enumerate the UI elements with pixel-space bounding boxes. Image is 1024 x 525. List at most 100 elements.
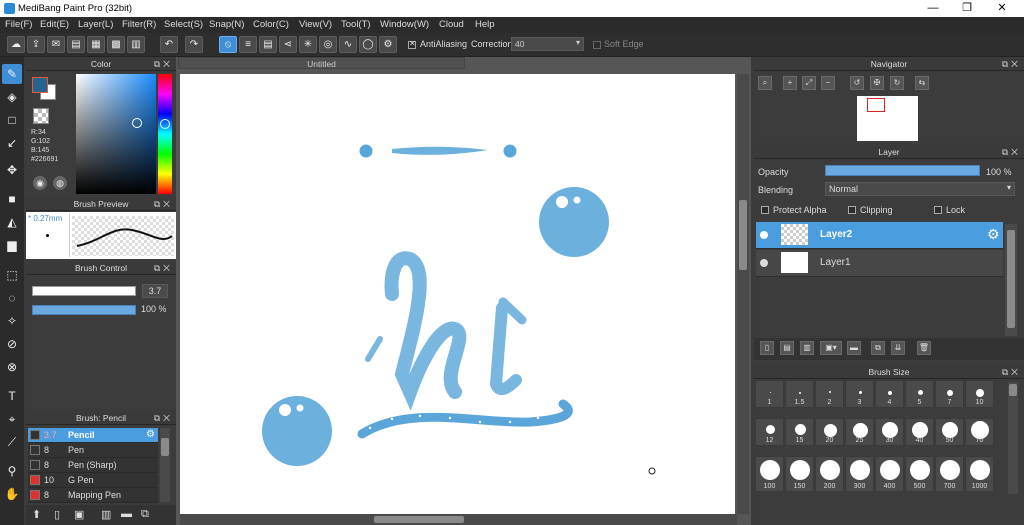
canvas-vertical-thumb[interactable]	[739, 200, 747, 270]
bucket-tool-icon[interactable]: ◭	[2, 212, 22, 232]
drawing-canvas[interactable]	[180, 74, 735, 514]
move-tool-icon[interactable]: ✥	[2, 160, 22, 180]
layer-row-layer1[interactable]: Layer1	[756, 250, 1003, 277]
hue-slider[interactable]	[158, 74, 172, 194]
layer-row-layer2[interactable]: Layer2 ⚙	[756, 222, 1003, 249]
brush-size-cell[interactable]: 500	[905, 456, 934, 492]
add-layer-menu-icon[interactable]: ▣▾	[820, 341, 842, 355]
document-tab[interactable]: Untitled	[178, 57, 465, 69]
gear-icon[interactable]: ⚙	[987, 226, 1000, 243]
brush-item-pen-sharp[interactable]: 8 Pen (Sharp)	[28, 458, 158, 473]
menu-edit[interactable]: Edit(E)	[40, 19, 69, 30]
brush-item-pen[interactable]: 8 Pen	[28, 443, 158, 458]
duplicate-brush-icon[interactable]: ⧉	[141, 508, 149, 521]
soft-edge-checkbox[interactable]	[593, 41, 601, 49]
zoom-out-icon[interactable]: −	[821, 76, 835, 90]
snap-ellipse-icon[interactable]: ◯	[359, 36, 377, 53]
brush-size-cell[interactable]: 3	[845, 380, 874, 408]
brush-list-scrollbar[interactable]	[160, 428, 170, 502]
lock-checkbox[interactable]	[934, 206, 942, 214]
brush-size-cell[interactable]: 300	[845, 456, 874, 492]
add-brush-icon[interactable]: ⬆	[32, 508, 41, 521]
brush-size-cell[interactable]: 1000	[965, 456, 994, 492]
brush-item-pencil[interactable]: 3.7 Pencil ⚙	[28, 428, 158, 443]
menu-filter[interactable]: Filter(R)	[122, 19, 156, 30]
snap-parallel-icon[interactable]: ≡	[239, 36, 257, 53]
color-wheel-icon[interactable]: ◉	[33, 176, 47, 190]
edit-brush-icon[interactable]: ▥	[101, 508, 111, 521]
panel-controls[interactable]: ⧉✕	[154, 58, 173, 71]
menu-window[interactable]: Window(W)	[380, 19, 429, 30]
brush-size-cell[interactable]: 30	[875, 418, 904, 446]
brush-size-cell[interactable]: 1	[755, 380, 784, 408]
menu-tool[interactable]: Tool(T)	[341, 19, 371, 30]
brush-size-slider[interactable]	[32, 286, 136, 296]
message-icon[interactable]: ▤	[67, 36, 85, 53]
brush-size-cell[interactable]: 10	[965, 380, 994, 408]
select-eraser-icon[interactable]: ⊗	[2, 357, 22, 377]
brush-size-cell[interactable]: 4	[875, 380, 904, 408]
brush-size-cell[interactable]: 12	[755, 418, 784, 446]
gradient-tool-icon[interactable]: ▆	[2, 235, 22, 255]
visibility-icon[interactable]	[760, 259, 768, 267]
comment-icon[interactable]: ✉	[47, 36, 65, 53]
panel-controls[interactable]: ⧉✕	[1002, 146, 1021, 159]
panel-controls[interactable]: ⧉✕	[154, 412, 173, 425]
eraser-tool-icon[interactable]: ◈	[2, 87, 22, 107]
layer-opacity-slider[interactable]	[825, 165, 980, 176]
maximize-button[interactable]: ❐	[950, 0, 984, 17]
brush-tool-icon[interactable]: ✎	[2, 64, 22, 84]
menu-snap[interactable]: Snap(N)	[209, 19, 244, 30]
protect-alpha-checkbox[interactable]	[761, 206, 769, 214]
brush-size-cell[interactable]: 50	[935, 418, 964, 446]
brush-size-value[interactable]: 3.7	[142, 284, 168, 298]
layout-icon[interactable]: ▥	[127, 36, 145, 53]
divide-tool-icon[interactable]: ⟋	[2, 432, 22, 452]
document-icon[interactable]: ▦	[87, 36, 105, 53]
brush-size-cell[interactable]: 200	[815, 456, 844, 492]
cloud-icon[interactable]: ☁	[7, 36, 25, 53]
snap-settings-icon[interactable]: ⚙	[379, 36, 397, 53]
panel-controls[interactable]: ⧉✕	[154, 262, 173, 275]
blur-tool-icon[interactable]: ↙	[2, 133, 22, 153]
clipping-checkbox[interactable]	[848, 206, 856, 214]
grid-icon[interactable]: ▩	[107, 36, 125, 53]
new-layer-icon[interactable]: ▯	[760, 341, 774, 355]
layer-scrollbar[interactable]	[1005, 224, 1017, 336]
brush-size-cell[interactable]: 15	[785, 418, 814, 446]
brush-size-scrollbar[interactable]	[1008, 382, 1018, 494]
menu-view[interactable]: View(V)	[299, 19, 332, 30]
snap-circle-icon[interactable]: ◎	[319, 36, 337, 53]
palette-icon[interactable]: ◍	[53, 176, 67, 190]
operation-tool-icon[interactable]: ⌖	[2, 409, 22, 429]
transparent-color-swatch[interactable]	[33, 108, 49, 124]
brush-size-cell[interactable]: 25	[845, 418, 874, 446]
saturation-value-picker[interactable]	[76, 74, 156, 194]
menu-help[interactable]: Help	[475, 19, 495, 30]
menu-cloud[interactable]: Cloud	[439, 19, 464, 30]
layer-scroll-thumb[interactable]	[1007, 230, 1015, 328]
text-tool-icon[interactable]: T	[2, 386, 22, 406]
eyedropper-tool-icon[interactable]: ⚲	[2, 461, 22, 481]
canvas-horizontal-thumb[interactable]	[374, 516, 464, 523]
new-brush-icon[interactable]: ▯	[54, 508, 60, 521]
picker-cursor[interactable]	[132, 118, 142, 128]
rotate-right-icon[interactable]: ↻	[890, 76, 904, 90]
folder-icon[interactable]: ▬	[847, 341, 861, 355]
merge-layer-icon[interactable]: ⇊	[891, 341, 905, 355]
flip-icon[interactable]: ⇆	[915, 76, 929, 90]
navigator-thumbnail[interactable]	[857, 96, 918, 141]
zoom-in-icon[interactable]: +	[783, 76, 797, 90]
zoom-icon[interactable]: ⌕	[758, 76, 772, 90]
brush-size-cell[interactable]: 100	[755, 456, 784, 492]
minimize-button[interactable]: —	[916, 0, 950, 17]
brush-size-cell[interactable]: 150	[785, 456, 814, 492]
menu-layer[interactable]: Layer(L)	[78, 19, 113, 30]
brush-item-mapping-pen[interactable]: 8 Mapping Pen	[28, 488, 158, 503]
select-pen-icon[interactable]: ⊘	[2, 334, 22, 354]
brush-list-scroll-thumb[interactable]	[161, 438, 169, 456]
snap-vanish-icon[interactable]: ⋖	[279, 36, 297, 53]
navigator-viewport[interactable]	[867, 98, 885, 112]
lasso-tool-icon[interactable]: ◌	[2, 288, 22, 308]
menu-select[interactable]: Select(S)	[164, 19, 203, 30]
